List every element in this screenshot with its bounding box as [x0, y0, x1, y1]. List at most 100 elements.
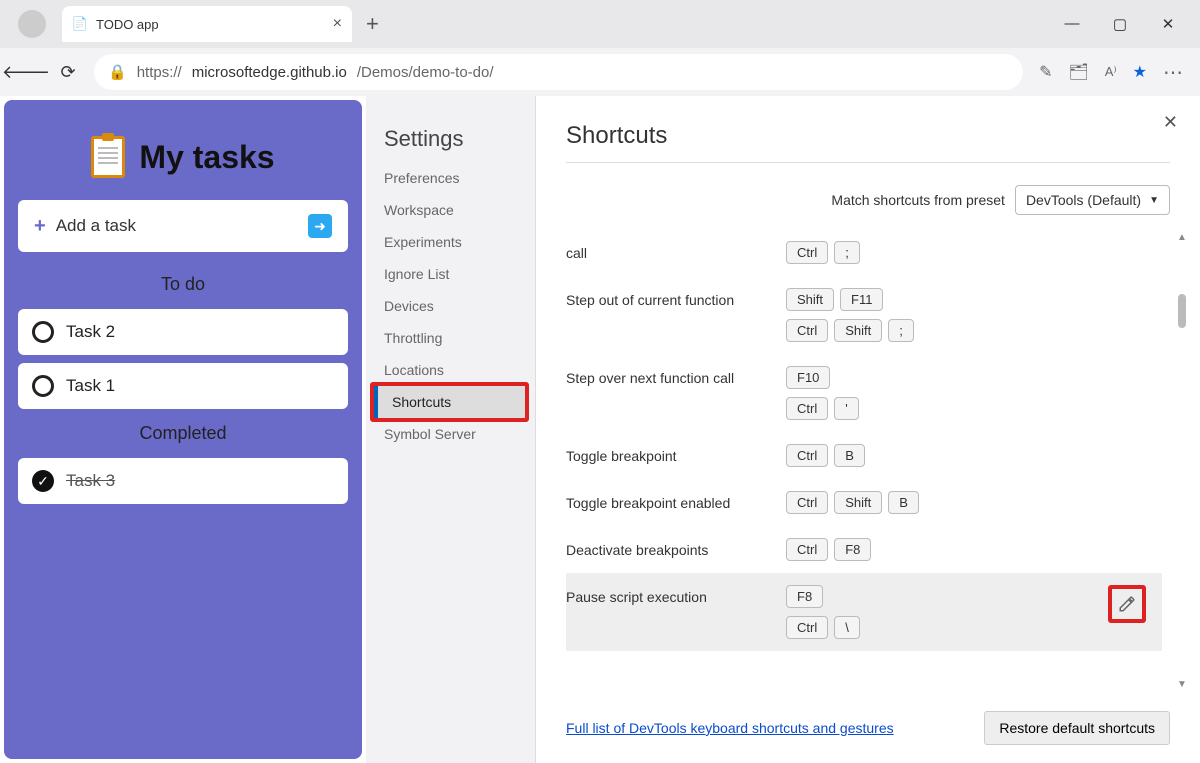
- key: Ctrl: [786, 444, 828, 467]
- key: F10: [786, 366, 830, 389]
- todo-title: My tasks: [139, 139, 274, 176]
- edit-page-icon[interactable]: ✎: [1039, 62, 1052, 82]
- window-maximize-icon[interactable]: ▢: [1110, 15, 1130, 33]
- scroll-up-icon[interactable]: ▲: [1174, 229, 1190, 246]
- shortcut-row: Step out of current function ShiftF11 Ctrl…: [566, 276, 1162, 354]
- todo-app: My tasks + Add a task ➜ To do Task 2 Tas…: [4, 100, 362, 759]
- shortcut-row: Toggle breakpoint enabled Ctrl Shift B: [566, 479, 1162, 526]
- site-info-lock-icon[interactable]: 🔒: [108, 63, 127, 81]
- shortcut-row: Step over next function call F10 Ctrl ': [566, 354, 1162, 432]
- shortcut-row: Deactivate breakpointsCtrlF8: [566, 526, 1162, 573]
- shortcut-row: Toggle breakpoint Ctrl B: [566, 432, 1162, 479]
- shortcut-keyset: F10: [786, 366, 859, 389]
- more-menu-icon[interactable]: ⋯: [1163, 60, 1184, 85]
- tab-close-icon[interactable]: ×: [333, 15, 342, 33]
- window-controls: — ▢ ✕: [1062, 15, 1192, 33]
- settings-nav-item-preferences[interactable]: Preferences: [366, 162, 535, 194]
- key: B: [834, 444, 865, 467]
- plus-icon: +: [34, 215, 46, 238]
- key: B: [888, 491, 919, 514]
- shortcut-label: Toggle breakpoint: [566, 444, 766, 464]
- settings-nav-item-workspace[interactable]: Workspace: [366, 194, 535, 226]
- clipboard-icon: [91, 136, 125, 178]
- edit-shortcut-icon[interactable]: [1114, 591, 1140, 617]
- shortcut-keyset: ShiftF11: [786, 288, 914, 311]
- url-host: microsoftedge.github.io: [192, 64, 347, 81]
- refresh-button[interactable]: ⟳: [52, 56, 84, 88]
- shortcut-label: Step out of current function: [566, 288, 766, 308]
- key: Ctrl: [786, 491, 828, 514]
- key: Ctrl: [786, 319, 828, 342]
- settings-nav-item-symbol-server[interactable]: Symbol Server: [366, 418, 535, 450]
- scroll-thumb[interactable]: [1178, 294, 1186, 328]
- add-task-placeholder: Add a task: [56, 216, 136, 236]
- key: ;: [888, 319, 914, 342]
- chevron-down-icon: ▼: [1149, 195, 1159, 206]
- settings-nav-item-shortcuts[interactable]: Shortcuts: [374, 386, 525, 418]
- task-item[interactable]: Task 1: [18, 363, 348, 409]
- tab-favicon-icon: 📄: [72, 16, 88, 32]
- window-close-icon[interactable]: ✕: [1158, 15, 1178, 33]
- url-scheme: https://: [137, 64, 182, 81]
- task-text: Task 3: [66, 471, 115, 491]
- settings-nav-item-ignore-list[interactable]: Ignore List: [366, 258, 535, 290]
- task-checked-icon[interactable]: ✓: [32, 470, 54, 492]
- completed-section-label: Completed: [12, 413, 354, 454]
- key: Ctrl: [786, 616, 828, 639]
- todo-section-label: To do: [12, 264, 354, 305]
- panel-close-icon[interactable]: ✕: [1163, 112, 1178, 133]
- task-item[interactable]: Task 2: [18, 309, 348, 355]
- key: Shift: [834, 491, 882, 514]
- task-text: Task 1: [66, 376, 115, 396]
- shortcut-label: Toggle breakpoint enabled: [566, 491, 766, 511]
- submit-task-button[interactable]: ➜: [308, 214, 332, 238]
- url-path: /Demos/demo-to-do/: [357, 64, 494, 81]
- task-checkbox-icon[interactable]: [32, 375, 54, 397]
- shortcut-keyset: Ctrl \: [786, 616, 860, 639]
- shortcut-row: Pause script executionF8Ctrl\: [566, 573, 1162, 651]
- settings-nav-item-devices[interactable]: Devices: [366, 290, 535, 322]
- key: Ctrl: [786, 538, 828, 561]
- preset-value: DevTools (Default): [1026, 192, 1141, 208]
- task-checkbox-icon[interactable]: [32, 321, 54, 343]
- read-aloud-icon[interactable]: A⁾: [1105, 64, 1117, 80]
- settings-heading: Settings: [366, 110, 535, 162]
- key: ;: [834, 241, 860, 264]
- shortcuts-panel: ✕ Shortcuts Match shortcuts from preset …: [536, 96, 1200, 763]
- collections-icon[interactable]: 🗂: [1068, 62, 1088, 82]
- shortcut-row: call Ctrl;: [566, 229, 1162, 276]
- shortcut-label: call: [566, 241, 766, 261]
- settings-nav-item-throttling[interactable]: Throttling: [366, 322, 535, 354]
- shortcut-label: Step over next function call: [566, 366, 766, 386]
- shortcut-keyset: CtrlShift;: [786, 319, 914, 342]
- preset-select[interactable]: DevTools (Default) ▼: [1015, 185, 1170, 215]
- key: Ctrl: [786, 397, 828, 420]
- back-button[interactable]: 🡐: [10, 56, 42, 88]
- settings-nav-item-experiments[interactable]: Experiments: [366, 226, 535, 258]
- profile-avatar-icon[interactable]: [18, 10, 46, 38]
- key: \: [834, 616, 860, 639]
- settings-sidebar: Settings PreferencesWorkspaceExperiments…: [366, 96, 536, 763]
- key: ': [834, 397, 858, 420]
- restore-defaults-button[interactable]: Restore default shortcuts: [984, 711, 1170, 745]
- new-tab-button[interactable]: +: [366, 11, 379, 37]
- todo-header: My tasks: [12, 108, 354, 200]
- shortcut-keyset: F8: [786, 585, 860, 608]
- key: F8: [834, 538, 871, 561]
- scroll-down-icon[interactable]: ▼: [1174, 676, 1190, 693]
- window-minimize-icon[interactable]: —: [1062, 15, 1082, 33]
- task-text: Task 2: [66, 322, 115, 342]
- shortcut-keyset: Ctrl;: [786, 241, 860, 264]
- favorite-star-icon[interactable]: ★: [1133, 62, 1147, 82]
- address-bar[interactable]: 🔒 https:// microsoftedge.github.io/Demos/…: [94, 54, 1023, 90]
- browser-titlebar: 📄 TODO app × + — ▢ ✕: [0, 0, 1200, 48]
- scrollbar[interactable]: ▲ ▼: [1174, 229, 1190, 693]
- key: F8: [786, 585, 823, 608]
- browser-tab[interactable]: 📄 TODO app ×: [62, 6, 352, 42]
- task-item-completed[interactable]: ✓ Task 3: [18, 458, 348, 504]
- shortcut-keyset: Ctrl F8: [786, 538, 871, 561]
- shortcuts-doc-link[interactable]: Full list of DevTools keyboard shortcuts…: [566, 720, 894, 736]
- preset-label: Match shortcuts from preset: [831, 192, 1005, 208]
- add-task-input[interactable]: + Add a task ➜: [18, 200, 348, 252]
- key: F11: [840, 288, 883, 311]
